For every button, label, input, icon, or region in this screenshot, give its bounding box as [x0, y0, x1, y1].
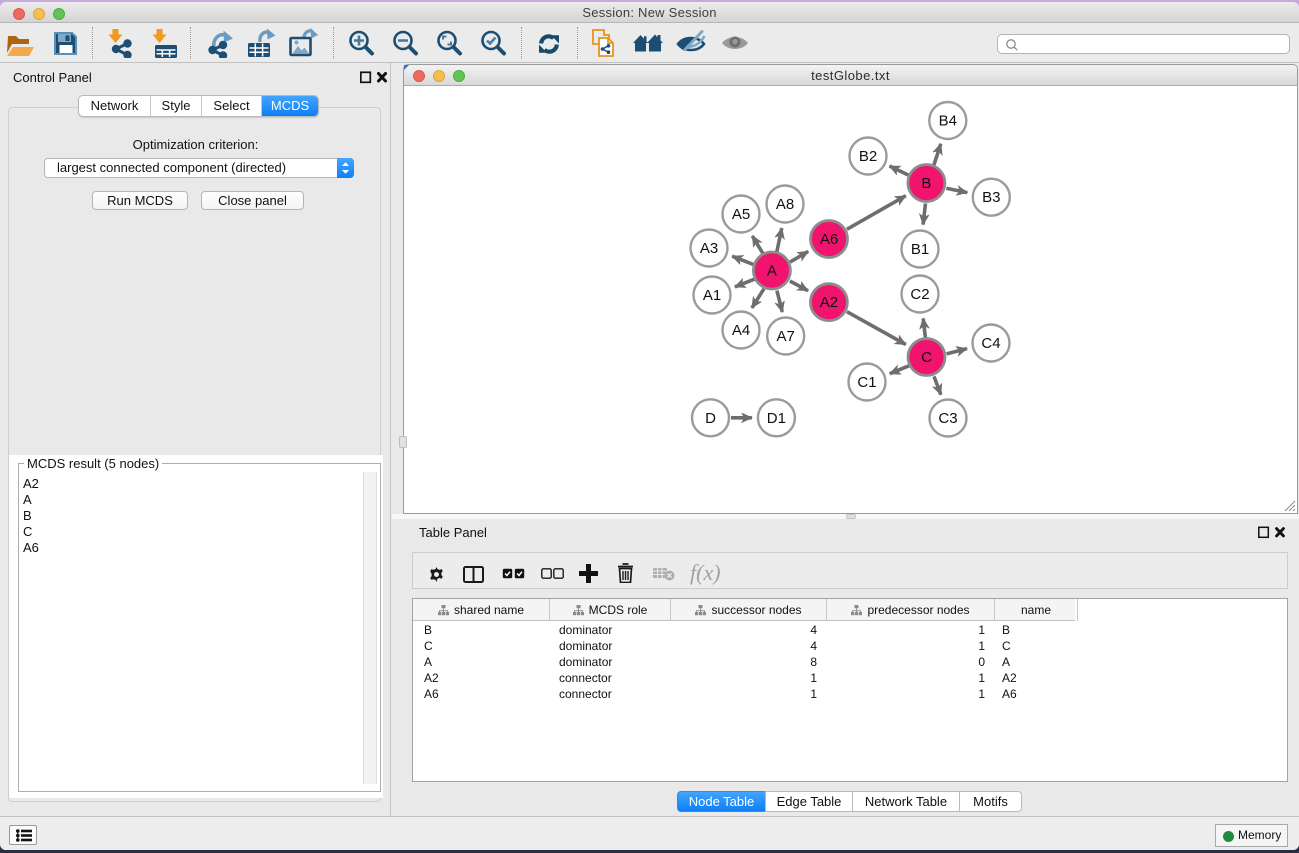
svg-text:A5: A5: [732, 206, 750, 223]
svg-text:B: B: [921, 175, 931, 192]
svg-text:B4: B4: [939, 113, 957, 130]
svg-text:B3: B3: [982, 189, 1000, 206]
svg-text:C1: C1: [857, 374, 876, 391]
svg-text:C: C: [921, 349, 932, 366]
svg-text:B1: B1: [911, 241, 929, 258]
svg-text:C4: C4: [981, 335, 1000, 352]
svg-text:C3: C3: [938, 410, 957, 427]
svg-text:A4: A4: [732, 322, 750, 339]
svg-text:A2: A2: [820, 294, 838, 311]
svg-text:A3: A3: [700, 240, 718, 257]
svg-text:A7: A7: [777, 328, 795, 345]
svg-text:A: A: [767, 263, 777, 280]
svg-text:C2: C2: [910, 286, 929, 303]
svg-text:D: D: [705, 410, 716, 427]
svg-text:B2: B2: [859, 148, 877, 165]
svg-text:A1: A1: [703, 287, 721, 304]
svg-text:A8: A8: [776, 196, 794, 213]
svg-text:A6: A6: [820, 231, 838, 248]
svg-text:D1: D1: [767, 410, 786, 427]
